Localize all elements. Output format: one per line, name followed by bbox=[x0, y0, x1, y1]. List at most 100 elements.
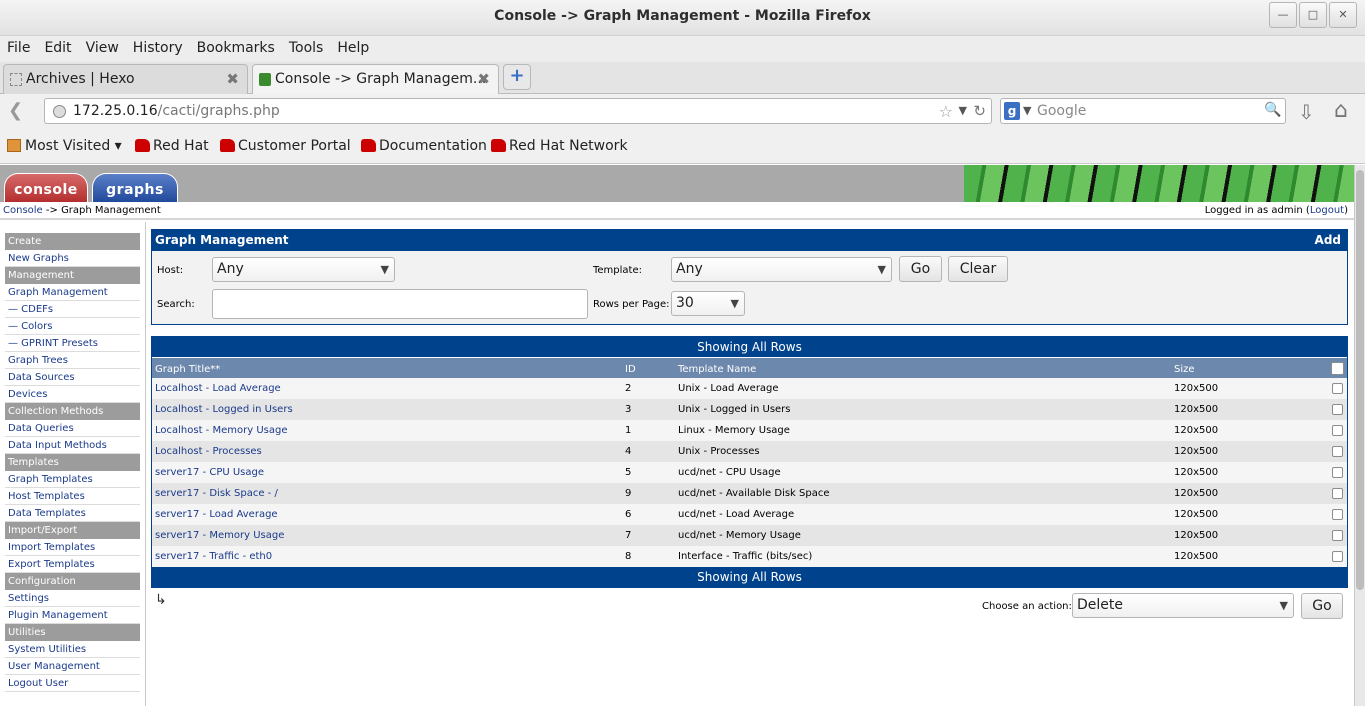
row-checkbox[interactable] bbox=[1332, 551, 1343, 562]
chevron-down-icon[interactable]: ▼ bbox=[1023, 104, 1031, 117]
sidebar-item-graph-trees[interactable]: Graph Trees bbox=[5, 352, 140, 369]
bookmark-customer-portal[interactable]: Customer Portal bbox=[220, 138, 351, 154]
sidebar-item-data-input-methods[interactable]: Data Input Methods bbox=[5, 437, 140, 454]
sidebar-item-new-graphs[interactable]: New Graphs bbox=[5, 250, 140, 267]
sidebar-item-devices[interactable]: Devices bbox=[5, 386, 140, 403]
maximize-button[interactable]: □ bbox=[1299, 2, 1327, 28]
page-icon bbox=[10, 73, 22, 86]
download-icon[interactable]: ⇩ bbox=[1298, 100, 1315, 124]
row-checkbox[interactable] bbox=[1332, 446, 1343, 457]
graph-title-link[interactable]: Localhost - Memory Usage bbox=[155, 425, 287, 436]
sidebar-item-import-templates[interactable]: Import Templates bbox=[5, 539, 140, 556]
column-id[interactable]: ID bbox=[625, 364, 636, 375]
tab-label: Console -> Graph Managem... bbox=[275, 71, 487, 87]
graph-list-table: Showing All Rows Graph Title** ID Templa… bbox=[151, 336, 1348, 588]
bookmark-red-hat-network[interactable]: Red Hat Network bbox=[491, 138, 628, 154]
close-tab-icon[interactable]: ✖ bbox=[226, 70, 239, 88]
sidebar-header-templates: Templates bbox=[5, 454, 140, 471]
row-checkbox[interactable] bbox=[1332, 404, 1343, 415]
clear-button[interactable]: Clear bbox=[948, 256, 1008, 282]
graph-size: 120x500 bbox=[1174, 446, 1219, 457]
sidebar-item-cdefs[interactable]: — CDEFs bbox=[5, 301, 140, 318]
reload-icon[interactable]: ↻ bbox=[973, 102, 986, 120]
bookmark-star-icon[interactable]: ☆ bbox=[939, 102, 953, 121]
sidebar-item-user-management[interactable]: User Management bbox=[5, 658, 140, 675]
sidebar-item-settings[interactable]: Settings bbox=[5, 590, 140, 607]
sidebar-item-data-queries[interactable]: Data Queries bbox=[5, 420, 140, 437]
row-checkbox[interactable] bbox=[1332, 509, 1343, 520]
sidebar-item-data-templates[interactable]: Data Templates bbox=[5, 505, 140, 522]
graph-size: 120x500 bbox=[1174, 467, 1219, 478]
sidebar-item-graph-management[interactable]: Graph Management bbox=[5, 284, 140, 301]
sidebar-item-system-utilities[interactable]: System Utilities bbox=[5, 641, 140, 658]
row-checkbox[interactable] bbox=[1332, 425, 1343, 436]
select-all-checkbox[interactable] bbox=[1331, 362, 1344, 375]
sidebar-header-create: Create bbox=[5, 233, 140, 250]
row-checkbox[interactable] bbox=[1332, 467, 1343, 478]
add-graph-link[interactable]: Add bbox=[1315, 230, 1341, 251]
sidebar-item-colors[interactable]: — Colors bbox=[5, 318, 140, 335]
chevron-down-icon: ▼ bbox=[380, 263, 389, 276]
chevron-down-icon[interactable]: ▼ bbox=[959, 104, 967, 117]
search-icon[interactable]: 🔍 bbox=[1264, 102, 1282, 120]
search-bar[interactable]: g ▼ Google 🔍 bbox=[1000, 98, 1286, 124]
graph-title-link[interactable]: server17 - Traffic - eth0 bbox=[155, 551, 272, 562]
graph-title-link[interactable]: server17 - Disk Space - / bbox=[155, 488, 278, 499]
minimize-button[interactable]: — bbox=[1269, 2, 1297, 28]
graph-title-link[interactable]: server17 - CPU Usage bbox=[155, 467, 264, 478]
search-input[interactable] bbox=[212, 289, 588, 319]
graph-title-link[interactable]: server17 - Memory Usage bbox=[155, 530, 284, 541]
menu-bookmarks[interactable]: Bookmarks bbox=[197, 36, 275, 62]
action-go-button[interactable]: Go bbox=[1301, 593, 1343, 619]
sidebar-item-logout-user[interactable]: Logout User bbox=[5, 675, 140, 692]
graph-title-link[interactable]: Localhost - Processes bbox=[155, 446, 262, 457]
go-button[interactable]: Go bbox=[899, 256, 942, 282]
new-tab-button[interactable]: + bbox=[503, 64, 531, 90]
template-select[interactable]: Any ▼ bbox=[671, 257, 892, 282]
sidebar-header-import-export: Import/Export bbox=[5, 522, 140, 539]
menu-file[interactable]: File bbox=[7, 36, 30, 62]
graph-title-link[interactable]: server17 - Load Average bbox=[155, 509, 278, 520]
menu-edit[interactable]: Edit bbox=[44, 36, 71, 62]
scrollbar-thumb[interactable] bbox=[1356, 170, 1364, 590]
tab-graph-management[interactable]: Console -> Graph Managem... ✖ bbox=[252, 64, 499, 94]
row-checkbox[interactable] bbox=[1332, 488, 1343, 499]
bookmark-most-visited[interactable]: Most Visited ▾ bbox=[7, 138, 122, 154]
tab-archives[interactable]: Archives | Hexo ✖ bbox=[3, 64, 248, 94]
page-scrollbar[interactable] bbox=[1354, 165, 1365, 706]
sidebar-item-data-sources[interactable]: Data Sources bbox=[5, 369, 140, 386]
sidebar-item-host-templates[interactable]: Host Templates bbox=[5, 488, 140, 505]
home-icon[interactable]: ⌂ bbox=[1334, 98, 1348, 123]
menu-tools[interactable]: Tools bbox=[289, 36, 324, 62]
host-select[interactable]: Any ▼ bbox=[212, 257, 395, 282]
menu-history[interactable]: History bbox=[133, 36, 183, 62]
graph-title-link[interactable]: Localhost - Load Average bbox=[155, 383, 281, 394]
bookmark-red-hat[interactable]: Red Hat bbox=[135, 138, 209, 154]
url-bar[interactable]: 172.25.0.16/cacti/graphs.php ☆ ▼ ↻ bbox=[44, 98, 992, 124]
navigation-bar: ❮ 172.25.0.16/cacti/graphs.php ☆ ▼ ↻ g ▼… bbox=[0, 94, 1365, 130]
column-graph-title[interactable]: Graph Title** bbox=[155, 364, 220, 375]
breadcrumb-console-link[interactable]: Console bbox=[3, 205, 43, 216]
sidebar-item-export-templates[interactable]: Export Templates bbox=[5, 556, 140, 573]
menu-view[interactable]: View bbox=[86, 36, 119, 62]
showing-rows-header: Showing All Rows bbox=[152, 337, 1347, 357]
graphs-tab[interactable]: graphs bbox=[92, 173, 178, 202]
logout-link[interactable]: Logout bbox=[1310, 205, 1344, 216]
console-tab[interactable]: console bbox=[4, 173, 88, 202]
column-size[interactable]: Size bbox=[1174, 364, 1195, 375]
sidebar-item-graph-templates[interactable]: Graph Templates bbox=[5, 471, 140, 488]
sidebar-item-plugin-management[interactable]: Plugin Management bbox=[5, 607, 140, 624]
menu-help[interactable]: Help bbox=[337, 36, 369, 62]
bookmark-documentation[interactable]: Documentation bbox=[361, 138, 487, 154]
graph-title-link[interactable]: Localhost - Logged in Users bbox=[155, 404, 293, 415]
row-checkbox[interactable] bbox=[1332, 530, 1343, 541]
close-window-button[interactable]: ✕ bbox=[1329, 2, 1357, 28]
back-icon[interactable]: ❮ bbox=[8, 100, 32, 124]
rows-per-page-select[interactable]: 30 ▼ bbox=[671, 291, 745, 316]
sidebar-item-gprint-presets[interactable]: — GPRINT Presets bbox=[5, 335, 140, 352]
close-tab-icon[interactable]: ✖ bbox=[477, 70, 490, 88]
action-select[interactable]: Delete ▼ bbox=[1072, 593, 1294, 618]
column-template-name[interactable]: Template Name bbox=[678, 364, 756, 375]
template-name: Unix - Logged in Users bbox=[678, 404, 791, 415]
row-checkbox[interactable] bbox=[1332, 383, 1343, 394]
